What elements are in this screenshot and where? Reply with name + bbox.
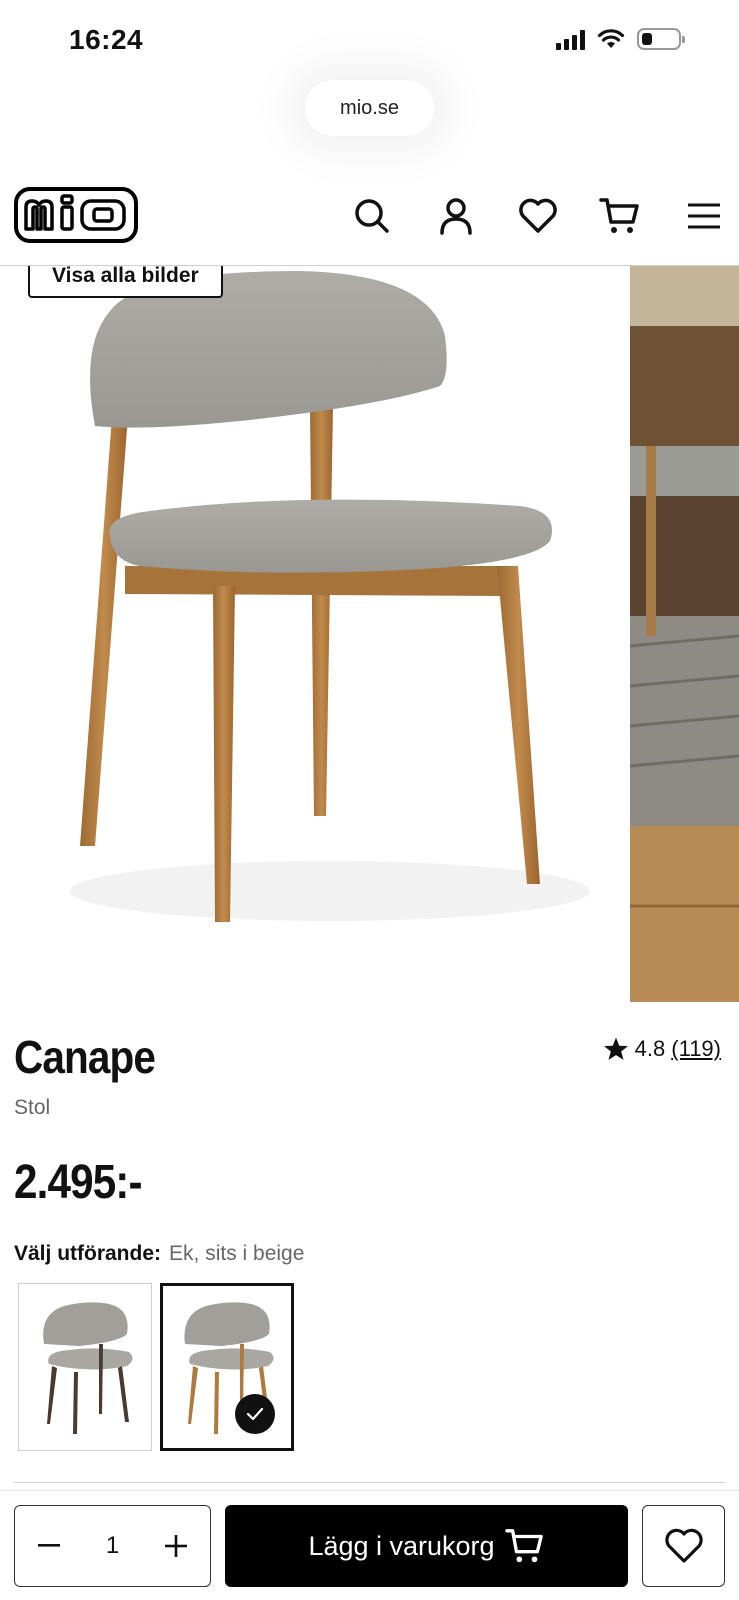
selected-check-icon [235,1394,275,1434]
add-to-cart-button[interactable]: Lägg i varukorg [225,1505,628,1587]
plus-icon [164,1535,187,1557]
menu-icon[interactable] [682,194,726,238]
review-count-link[interactable]: (119) [671,1036,721,1062]
section-divider [14,1482,725,1483]
heart-icon [664,1528,703,1563]
decrease-quantity-button[interactable] [29,1526,69,1566]
url-bar[interactable]: mio.se [305,80,434,136]
quantity-stepper: 1 [14,1505,211,1587]
product-gallery[interactable]: Visa alla bilder [0,266,739,1002]
minus-icon [38,1544,60,1547]
status-time: 16:24 [69,24,144,55]
product-rating: 4.8 (119) [603,1036,721,1062]
variant-label: Välj utförande: [14,1242,162,1265]
product-subtitle: Stol [14,1096,51,1119]
variant-selector-label: Välj utförande: Ek, sits i beige [14,1242,304,1266]
product-title: Canape [14,1031,156,1083]
variant-selected-value: Ek, sits i beige [169,1242,305,1265]
account-icon[interactable] [434,194,478,238]
add-to-wishlist-button[interactable] [642,1505,725,1587]
variant-swatch-dark[interactable] [18,1283,152,1451]
mio-logo[interactable] [14,187,138,243]
quantity-value[interactable]: 1 [106,1532,119,1560]
site-header [0,170,739,266]
wifi-icon [597,29,625,48]
cart-icon[interactable] [598,194,642,238]
cart-icon [504,1529,543,1563]
rating-value: 4.8 [634,1036,666,1061]
star-icon [603,1037,628,1060]
add-to-cart-bar: 1 Lägg i varukorg [0,1490,739,1600]
product-price: 2.495:- [14,1156,143,1209]
product-image-main[interactable] [0,266,625,1002]
increase-quantity-button[interactable] [156,1526,196,1566]
variant-swatch-oak[interactable] [160,1283,294,1451]
search-icon[interactable] [350,194,394,238]
signal-icon [556,28,585,50]
view-all-images-button[interactable]: Visa alla bilder [28,266,223,298]
battery-icon [637,28,685,50]
status-icons [556,28,685,50]
product-image-next[interactable] [630,266,739,1002]
add-to-cart-label: Lägg i varukorg [308,1530,495,1561]
status-bar: 16:24 [0,0,739,84]
wishlist-heart-icon[interactable] [516,194,560,238]
